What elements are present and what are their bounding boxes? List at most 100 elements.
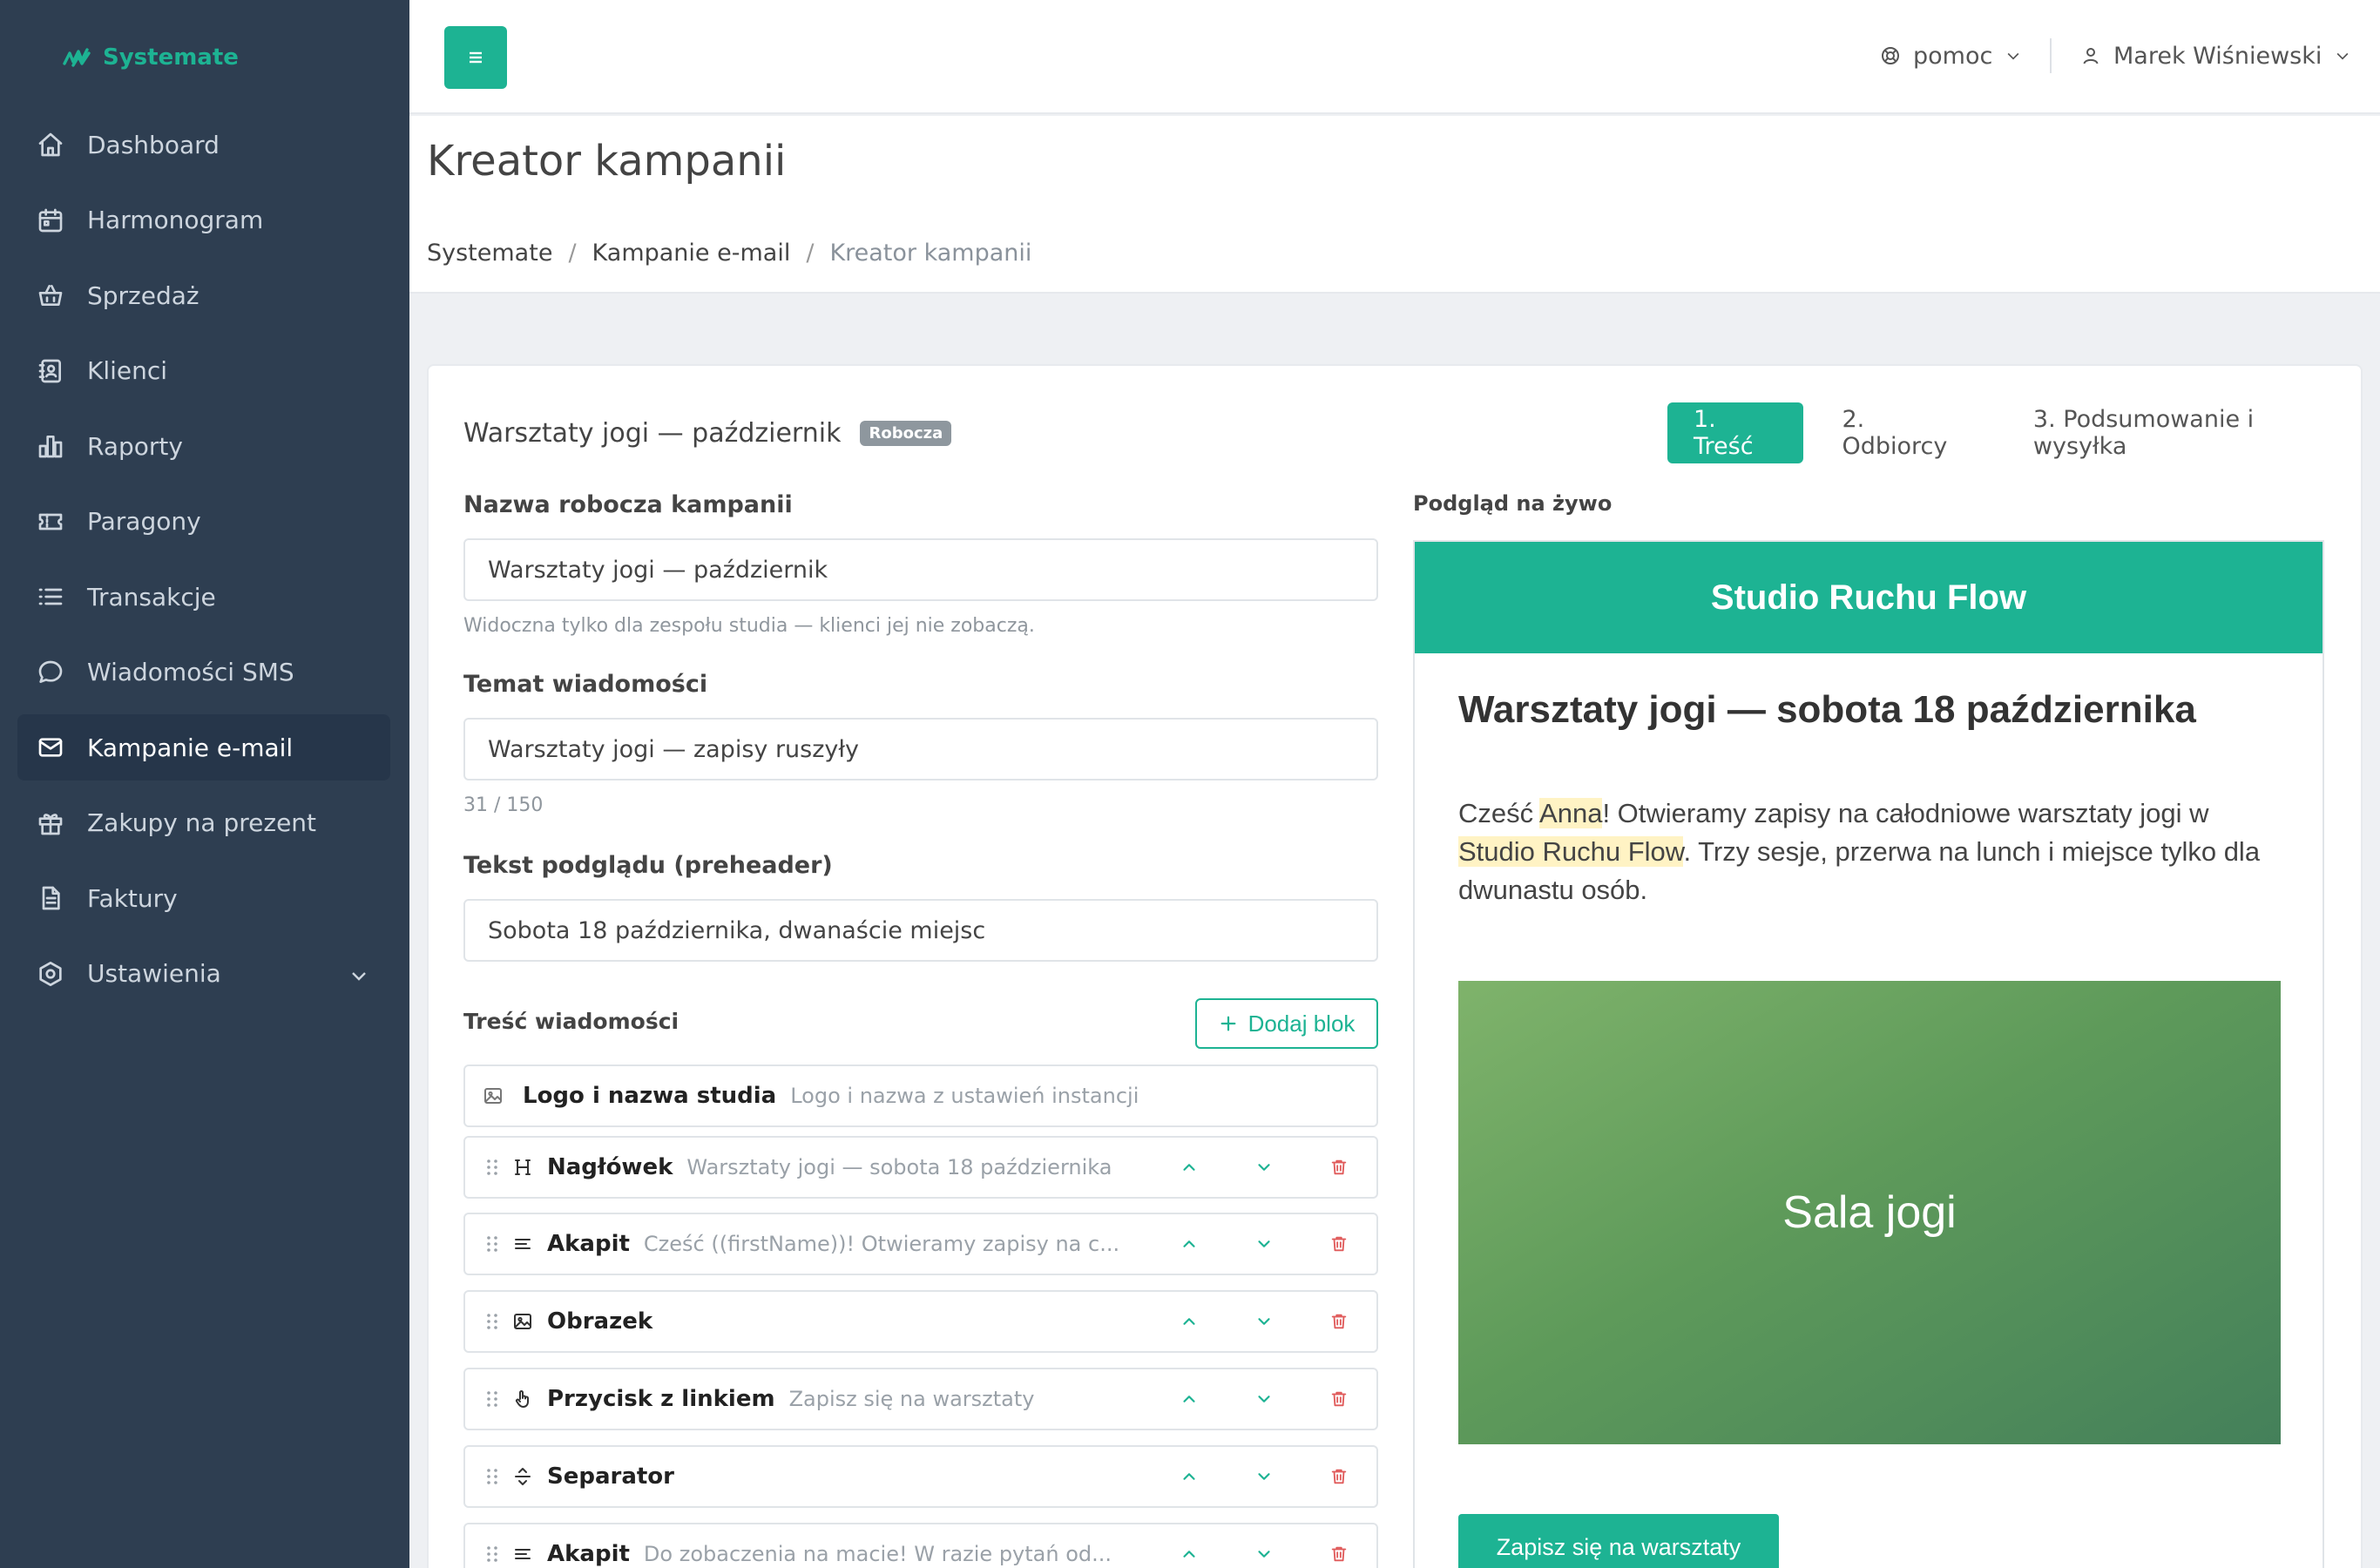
block-button-link[interactable]: Przycisk z linkiem Zapisz się na warszta… <box>463 1368 1378 1430</box>
chevron-down-icon[interactable] <box>348 963 369 984</box>
plus-icon <box>1220 1016 1235 1031</box>
preview-header: Studio Ruchu Flow <box>1415 542 2323 653</box>
chevron-up-icon <box>1183 1240 1195 1247</box>
menu-toggle-button[interactable] <box>444 26 507 89</box>
settings-icon <box>35 958 66 990</box>
delete-block-button[interactable] <box>1302 1214 1376 1274</box>
move-up-button[interactable] <box>1152 1292 1227 1351</box>
sidebar-item-kampanie-email[interactable]: Kampanie e-mail <box>17 714 390 781</box>
heading-icon <box>510 1155 535 1179</box>
sidebar-item-klienci[interactable]: Klienci <box>17 338 390 404</box>
sidebar-item-label: Raporty <box>87 431 183 461</box>
drag-handle-icon[interactable] <box>474 1157 510 1178</box>
breadcrumb-separator: / <box>568 240 577 267</box>
move-down-button[interactable] <box>1227 1447 1302 1506</box>
block-actions <box>1152 1524 1376 1568</box>
picture-icon <box>510 1309 535 1334</box>
block-description: Cześć ((firstName))! Otwieramy zapisy na… <box>643 1232 1120 1256</box>
sidebar-item-ustawienia[interactable]: Ustawienia <box>17 941 390 1007</box>
drag-handle-icon[interactable] <box>474 1466 510 1487</box>
sidebar-item-raporty[interactable]: Raporty <box>17 413 390 479</box>
sidebar-item-sprzedaz[interactable]: Sprzedaż <box>17 262 390 328</box>
delete-block-button[interactable] <box>1302 1524 1376 1568</box>
move-down-button[interactable] <box>1227 1292 1302 1351</box>
move-down-button[interactable] <box>1227 1138 1302 1197</box>
sidebar-item-label: Kampanie e-mail <box>87 733 294 762</box>
email-preview: Studio Ruchu Flow Warsztaty jogi — sobot… <box>1413 540 2324 1568</box>
sidebar-item-label: Sprzedaż <box>87 280 199 310</box>
block-actions <box>1152 1214 1376 1274</box>
delete-block-button[interactable] <box>1302 1447 1376 1506</box>
drag-handle-icon[interactable] <box>474 1544 510 1565</box>
move-up-button[interactable] <box>1152 1214 1227 1274</box>
move-down-button[interactable] <box>1227 1214 1302 1274</box>
sidebar-item-label: Ustawienia <box>87 959 221 988</box>
block-name: Obrazek <box>547 1308 653 1335</box>
sidebar-item-wiadomosci-sms[interactable]: Wiadomości SMS <box>17 639 390 706</box>
block-name: Nagłówek <box>547 1154 673 1180</box>
gift-icon <box>35 808 66 839</box>
preview-label: Podgląd na żywo <box>1413 491 1613 516</box>
move-down-button[interactable] <box>1227 1369 1302 1429</box>
sidebar-item-label: Transakcje <box>87 582 216 612</box>
paragraph-icon <box>510 1232 535 1256</box>
image-icon <box>481 1084 505 1108</box>
sidebar-item-dashboard[interactable]: Dashboard <box>17 112 390 178</box>
step-odbiorcy[interactable]: 2. Odbiorcy <box>1815 402 1994 463</box>
move-up-button[interactable] <box>1152 1369 1227 1429</box>
delete-block-button[interactable] <box>1302 1369 1376 1429</box>
move-down-button[interactable] <box>1227 1524 1302 1568</box>
block-actions <box>1152 1292 1376 1351</box>
separator-icon <box>510 1464 535 1489</box>
paragraph-icon <box>510 1542 535 1566</box>
step-tresc[interactable]: 1. Treść <box>1667 402 1804 463</box>
move-up-button[interactable] <box>1152 1138 1227 1197</box>
add-block-button[interactable]: Dodaj blok <box>1195 998 1378 1049</box>
campaign-title: Warsztaty jogi — październik Robocza <box>463 418 952 449</box>
drag-handle-icon[interactable] <box>474 1389 510 1409</box>
breadcrumb-item[interactable]: Kampanie e-mail <box>592 240 791 267</box>
sidebar-item-faktury[interactable]: Faktury <box>17 865 390 931</box>
breadcrumb-item[interactable]: Systemate <box>427 240 552 267</box>
breadcrumb: Systemate / Kampanie e-mail / Kreator ka… <box>427 240 1031 267</box>
move-up-button[interactable] <box>1152 1524 1227 1568</box>
list-icon <box>35 581 66 612</box>
campaign-name-help: Widoczna tylko dla zespołu studia — klie… <box>463 615 1035 637</box>
sidebar-item-transakcje[interactable]: Transakcje <box>17 564 390 630</box>
contacts-icon <box>35 355 66 387</box>
campaign-name-input[interactable]: Warsztaty jogi — październik <box>463 538 1378 601</box>
drag-handle-icon[interactable] <box>474 1233 510 1254</box>
document-icon <box>35 882 66 914</box>
preview-cta-button[interactable]: Zapisz się na warsztaty <box>1458 1514 1779 1568</box>
delete-block-button[interactable] <box>1302 1292 1376 1351</box>
chevron-down-icon <box>1258 1396 1270 1402</box>
help-dropdown[interactable]: pomoc <box>1880 38 2022 73</box>
block-separator[interactable]: Separator <box>463 1445 1378 1508</box>
delete-block-button[interactable] <box>1302 1138 1376 1197</box>
brand-logo[interactable]: Systemate <box>63 42 239 73</box>
chevron-down-icon <box>1258 1318 1270 1325</box>
block-logo[interactable]: Logo i nazwa studia Logo i nazwa z ustaw… <box>463 1064 1378 1127</box>
sidebar-item-harmonogram[interactable]: Harmonogram <box>17 187 390 253</box>
block-heading[interactable]: Nagłówek Warsztaty jogi — sobota 18 paźd… <box>463 1136 1378 1199</box>
block-image[interactable]: Obrazek <box>463 1290 1378 1353</box>
brand-mark-icon <box>63 48 91 67</box>
sidebar-item-label: Wiadomości SMS <box>87 658 294 686</box>
block-paragraph[interactable]: Akapit Cześć ((firstName))! Otwieramy za… <box>463 1213 1378 1275</box>
subject-input[interactable]: Warsztaty jogi — zapisy ruszyły <box>463 718 1378 781</box>
sidebar-item-zakupy-na-prezent[interactable]: Zakupy na prezent <box>17 790 390 856</box>
move-up-button[interactable] <box>1152 1447 1227 1506</box>
drag-handle-icon[interactable] <box>474 1311 510 1332</box>
page-header: Kreator kampanii Systemate / Kampanie e-… <box>409 116 2380 294</box>
chevron-up-icon <box>1183 1551 1195 1558</box>
bar-chart-icon <box>35 430 66 462</box>
breadcrumb-separator: / <box>806 240 815 267</box>
user-menu[interactable]: Marek Wiśniewski <box>2080 38 2351 73</box>
preheader-input[interactable]: Sobota 18 października, dwanaście miejsc <box>463 899 1378 962</box>
block-paragraph[interactable]: Akapit Do zobaczenia na macie! W razie p… <box>463 1523 1378 1568</box>
lifebuoy-icon <box>1882 47 1899 64</box>
step-podsumowanie[interactable]: 3. Podsumowanie i wysyłka <box>2007 402 2361 463</box>
sidebar-item-paragony[interactable]: Paragony <box>17 489 390 555</box>
sidebar-item-label: Zakupy na prezent <box>87 808 317 837</box>
block-actions <box>1152 1369 1376 1429</box>
